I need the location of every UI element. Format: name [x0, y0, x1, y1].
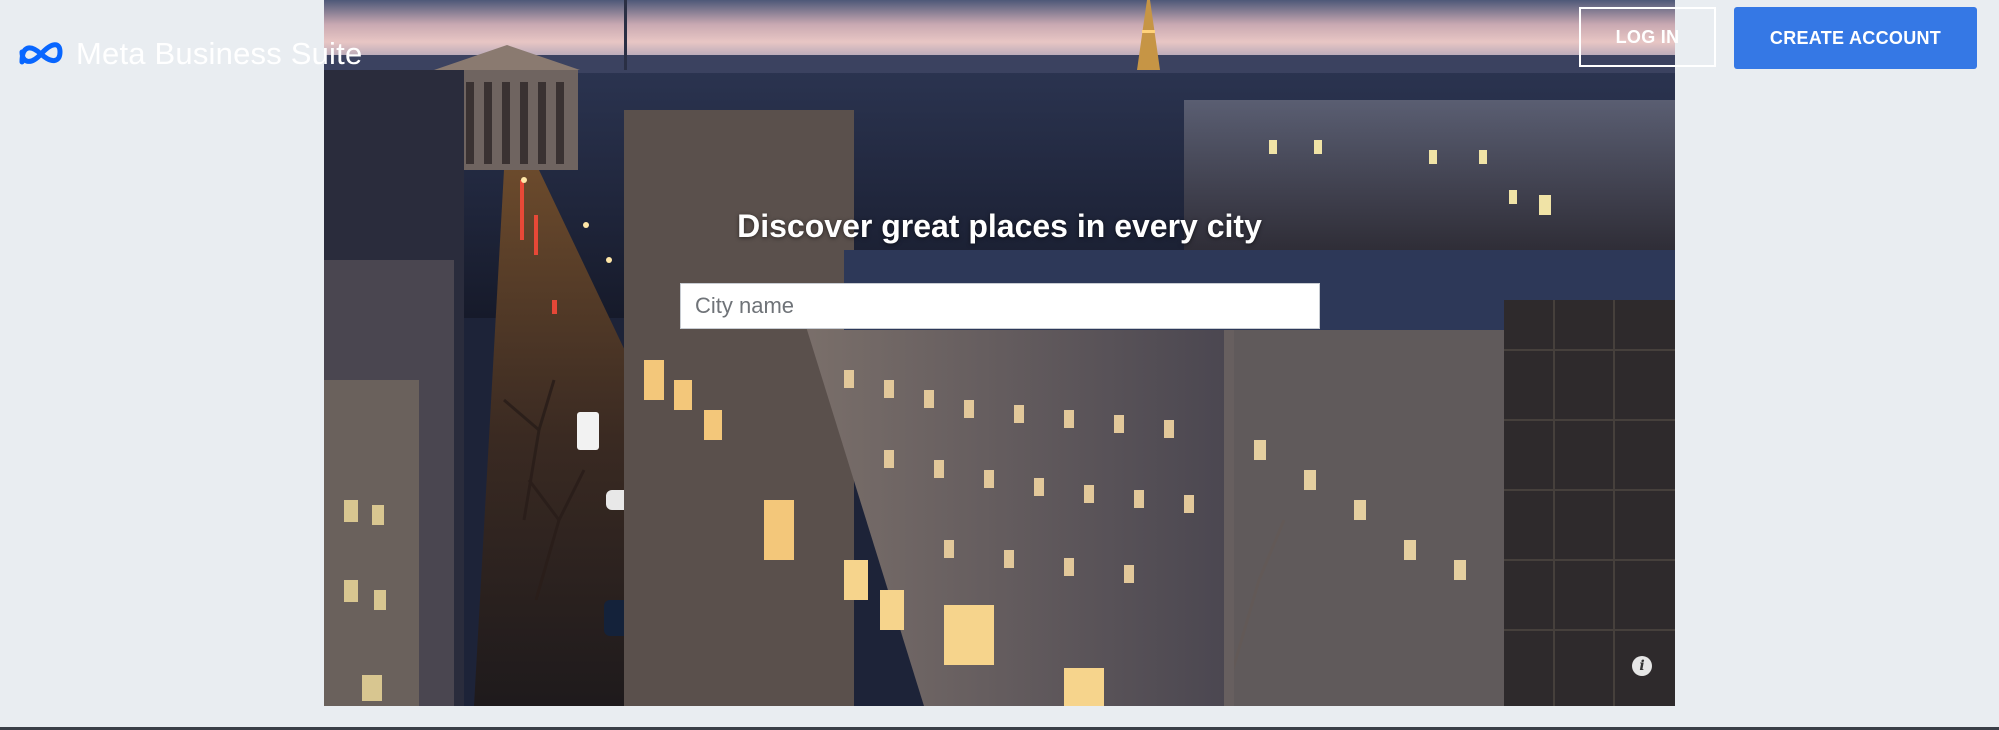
hero-title: Discover great places in every city	[324, 208, 1675, 245]
hero-title-text: Discover great places in every city	[737, 208, 1262, 244]
brand-name: Meta Business Suite	[76, 36, 363, 71]
brand[interactable]: Meta Business Suite	[16, 34, 362, 74]
info-icon[interactable]: i	[1632, 656, 1652, 676]
login-button[interactable]: LOG IN	[1579, 7, 1716, 67]
meta-infinity-icon	[19, 42, 63, 65]
create-account-button[interactable]: CREATE ACCOUNT	[1734, 7, 1977, 69]
hero-photo	[324, 0, 1675, 706]
page: Meta Business Suite LOG IN CREATE ACCOUN…	[0, 0, 1999, 730]
city-search-input[interactable]	[680, 283, 1320, 329]
